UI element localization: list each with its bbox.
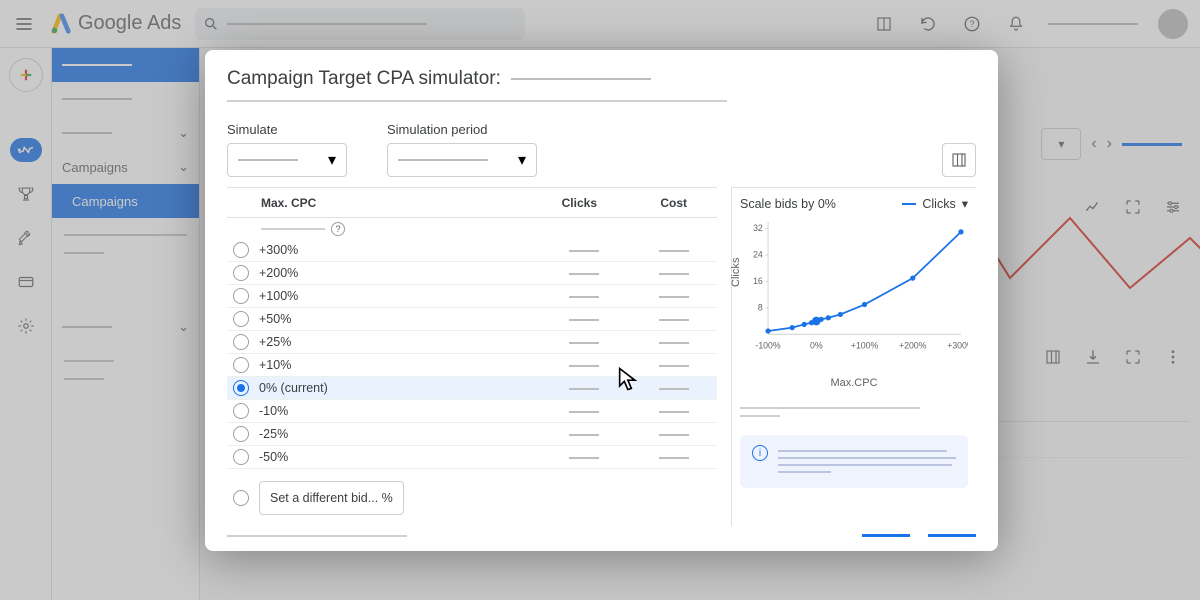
- chart-metric-dropdown[interactable]: Clicks ▾: [902, 196, 968, 211]
- table-subheading: ?: [261, 222, 717, 236]
- bid-radio[interactable]: [233, 449, 249, 465]
- cursor-icon: [615, 365, 643, 393]
- bid-label: -50%: [259, 450, 429, 464]
- bid-label: -10%: [259, 404, 429, 418]
- bid-row[interactable]: -25%: [227, 423, 717, 446]
- custom-bid-radio[interactable]: [233, 490, 249, 506]
- simulator-chart: Clicks 8162432-100%0%+100%+200%+300%: [740, 215, 968, 375]
- svg-text:-100%: -100%: [755, 340, 781, 350]
- modal-footer: [227, 526, 976, 537]
- period-dropdown[interactable]: ▾: [387, 143, 537, 177]
- chart-xlabel: Max.CPC: [740, 377, 968, 389]
- simulator-chart-panel: Scale bids by 0% Clicks ▾ Clicks 8 16 24 32…: [731, 187, 976, 526]
- bid-radio[interactable]: [233, 242, 249, 258]
- bid-row[interactable]: +50%: [227, 308, 717, 331]
- bid-row[interactable]: +300%: [227, 239, 717, 262]
- scale-bids-label: Scale bids by 0%: [740, 197, 836, 211]
- bid-row[interactable]: -50%: [227, 446, 717, 469]
- bid-row[interactable]: 0% (current): [227, 377, 717, 400]
- bid-row[interactable]: +100%: [227, 285, 717, 308]
- cancel-button[interactable]: [862, 534, 910, 537]
- chart-metric-label: Clicks: [922, 197, 955, 211]
- bid-radio[interactable]: [233, 380, 249, 396]
- svg-text:8: 8: [758, 302, 763, 312]
- bid-label: +100%: [259, 289, 429, 303]
- apply-button[interactable]: [928, 534, 976, 537]
- svg-text:+100%: +100%: [851, 340, 879, 350]
- svg-text:+300%: +300%: [947, 340, 968, 350]
- bid-label: -25%: [259, 427, 429, 441]
- chart-meta: [740, 401, 968, 423]
- bid-row[interactable]: +25%: [227, 331, 717, 354]
- bid-radio[interactable]: [233, 311, 249, 327]
- info-icon: i: [752, 445, 768, 461]
- chart-info-callout: i: [740, 435, 968, 488]
- bid-label: 0% (current): [259, 381, 429, 395]
- bid-label: +10%: [259, 358, 429, 372]
- bid-row[interactable]: +10%: [227, 354, 717, 377]
- bid-radio[interactable]: [233, 288, 249, 304]
- bid-label: +200%: [259, 266, 429, 280]
- cpa-simulator-modal: Campaign Target CPA simulator: Simulate …: [205, 50, 998, 551]
- period-label: Simulation period: [387, 122, 537, 137]
- col-clicks: Clicks: [427, 196, 597, 210]
- bid-row[interactable]: -10%: [227, 400, 717, 423]
- help-tooltip-icon[interactable]: ?: [331, 222, 345, 236]
- modal-subtitle: [227, 100, 727, 102]
- simulate-label: Simulate: [227, 122, 347, 137]
- svg-text:0%: 0%: [810, 340, 823, 350]
- svg-text:16: 16: [753, 276, 763, 286]
- modal-title: Campaign Target CPA simulator:: [227, 68, 976, 90]
- simulator-table: Max. CPC Clicks Cost ? +300% +200% +100%…: [227, 187, 717, 526]
- svg-text:32: 32: [753, 223, 763, 233]
- bid-row[interactable]: +200%: [227, 262, 717, 285]
- svg-text:+200%: +200%: [899, 340, 927, 350]
- col-maxcpc: Max. CPC: [227, 196, 427, 210]
- footer-note: [227, 535, 407, 537]
- column-picker-button[interactable]: [942, 143, 976, 177]
- bid-radio[interactable]: [233, 426, 249, 442]
- custom-bid-input[interactable]: Set a different bid... %: [259, 481, 404, 515]
- simulate-dropdown[interactable]: ▾: [227, 143, 347, 177]
- svg-text:24: 24: [753, 250, 763, 260]
- bid-radio[interactable]: [233, 357, 249, 373]
- bid-radio[interactable]: [233, 265, 249, 281]
- bid-radio[interactable]: [233, 334, 249, 350]
- col-cost: Cost: [597, 196, 697, 210]
- bid-label: +300%: [259, 243, 429, 257]
- bid-radio[interactable]: [233, 403, 249, 419]
- bid-label: +50%: [259, 312, 429, 326]
- bid-label: +25%: [259, 335, 429, 349]
